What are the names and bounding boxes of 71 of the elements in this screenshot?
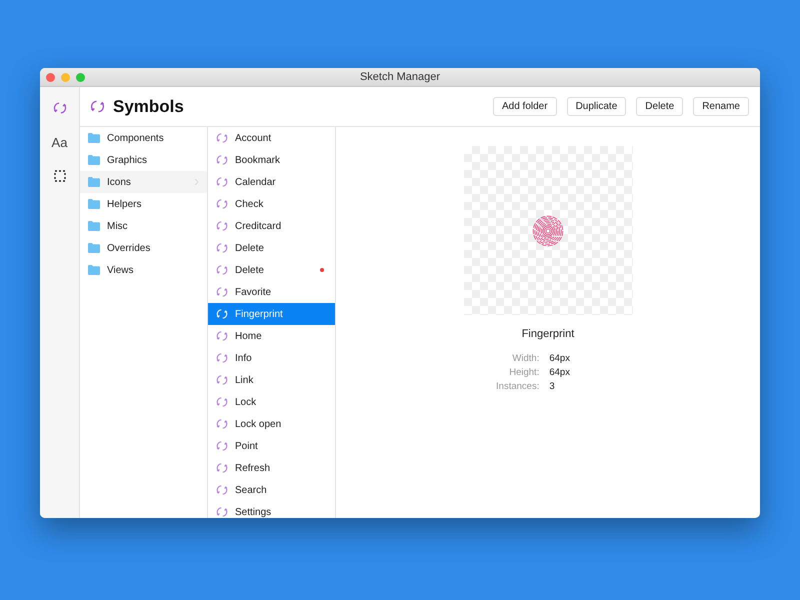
folder-icon: [88, 199, 100, 209]
folder-item[interactable]: Misc: [80, 215, 207, 237]
sync-icon: [216, 506, 228, 518]
symbol-item[interactable]: Creditcard: [208, 215, 335, 237]
symbol-item[interactable]: Favorite: [208, 281, 335, 303]
symbol-item[interactable]: Point: [208, 435, 335, 457]
symbol-item[interactable]: Search: [208, 479, 335, 501]
property-label: Instances:: [496, 381, 540, 392]
folder-item[interactable]: Views: [80, 259, 207, 281]
sync-icon: [216, 198, 228, 210]
folder-item[interactable]: Icons: [80, 171, 207, 193]
zoom-button[interactable]: [76, 72, 85, 82]
property-value: 3: [549, 381, 556, 392]
sync-icon: [90, 99, 105, 114]
symbol-name: Fingerprint: [522, 328, 574, 340]
sync-icon: [216, 440, 228, 452]
sync-icon: [216, 374, 228, 386]
sync-icon: [216, 242, 228, 254]
sync-icon: [216, 176, 228, 188]
sync-icon: [216, 154, 228, 166]
symbol-item[interactable]: Bookmark: [208, 149, 335, 171]
toolbar-button[interactable]: Add folder: [492, 97, 557, 116]
toolbar-button[interactable]: Rename: [693, 97, 749, 116]
symbol-item[interactable]: Fingerprint: [208, 303, 335, 325]
sync-icon: [216, 220, 228, 232]
symbol-item[interactable]: Settings: [208, 501, 335, 518]
minimize-button[interactable]: [61, 72, 70, 82]
window-title: Sketch Manager: [360, 71, 440, 83]
toolbar-button[interactable]: Duplicate: [566, 97, 626, 116]
symbol-item[interactable]: Delete: [208, 259, 335, 281]
sync-icon: [216, 352, 228, 364]
symbol-item[interactable]: Info: [208, 347, 335, 369]
sync-icon: [216, 484, 228, 496]
folder-icon: [88, 265, 100, 275]
sync-icon: [216, 330, 228, 342]
sync-icon: [216, 132, 228, 144]
folder-item[interactable]: Components: [80, 127, 207, 149]
symbol-item[interactable]: Link: [208, 369, 335, 391]
folder-icon: [88, 243, 100, 253]
property-label: Height:: [508, 367, 540, 378]
symbol-item[interactable]: Calendar: [208, 171, 335, 193]
folder-item[interactable]: Overrides: [80, 237, 207, 259]
close-button[interactable]: [46, 72, 55, 82]
symbol-item[interactable]: Refresh: [208, 457, 335, 479]
folder-icon: [88, 221, 100, 231]
symbol-item[interactable]: Lock: [208, 391, 335, 413]
folder-item[interactable]: Helpers: [80, 193, 207, 215]
symbol-item[interactable]: Check: [208, 193, 335, 215]
folder-icon: [88, 177, 100, 187]
folder-icon: [88, 133, 100, 143]
folder-item[interactable]: Graphics: [80, 149, 207, 171]
sync-icon: [216, 462, 228, 474]
text-styles-button[interactable]: Aa: [46, 131, 72, 153]
sync-icon: [216, 308, 228, 320]
sync-icon: [216, 396, 228, 408]
symbol-item[interactable]: Lock open: [208, 413, 335, 435]
property-label: Width:: [511, 353, 540, 364]
property-value: 64px: [549, 353, 570, 364]
symbol-item[interactable]: Account: [208, 127, 335, 149]
fingerprint-icon: [532, 214, 564, 246]
sync-icon: [216, 418, 228, 430]
page-title: Symbols: [113, 96, 185, 116]
property-value: 64px: [549, 367, 570, 378]
sync-icon: [216, 264, 228, 276]
sync-icon: [216, 286, 228, 298]
sync-icon: [52, 101, 66, 115]
toolbar-button[interactable]: Delete: [636, 97, 684, 116]
marquee-icon: [54, 170, 66, 182]
symbol-item[interactable]: Delete: [208, 237, 335, 259]
folder-icon: [88, 155, 100, 165]
symbol-item[interactable]: Home: [208, 325, 335, 347]
